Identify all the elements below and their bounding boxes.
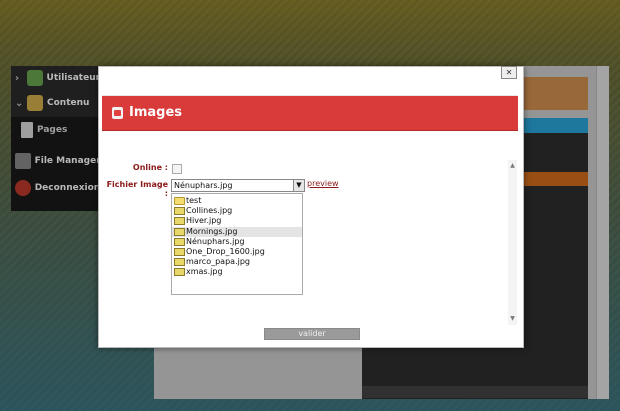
close-button[interactable]: ✕: [501, 66, 517, 79]
image-folder-icon: [112, 107, 123, 119]
image-file-icon: [174, 227, 185, 236]
chevron-down-icon[interactable]: ▼: [293, 180, 304, 191]
image-file-icon: [174, 206, 185, 215]
list-item[interactable]: marco_papa.jpg: [172, 257, 302, 267]
image-file-icon: [174, 257, 185, 266]
dialog-title-bar: Images: [102, 95, 518, 131]
list-item[interactable]: Nénuphars.jpg: [172, 237, 302, 247]
folder-icon: [174, 196, 185, 205]
image-file-icon: [174, 267, 185, 276]
list-item[interactable]: xmas.jpg: [172, 267, 302, 277]
list-item[interactable]: test: [172, 196, 302, 206]
scroll-down-icon[interactable]: ▼: [508, 315, 517, 323]
image-file-icon: [174, 237, 185, 246]
online-label: Online :: [132, 163, 168, 172]
images-dialog: ✕ Images Online : Fichier Image : Nénuph…: [98, 66, 524, 348]
form-scrollbar[interactable]: ▲ ▼: [508, 160, 517, 325]
file-list[interactable]: test Collines.jpg Hiver.jpg Mornings.jpg…: [171, 193, 303, 295]
scroll-up-icon[interactable]: ▲: [508, 162, 517, 170]
dialog-form: Online : Fichier Image : Nénuphars.jpg ▼…: [102, 160, 508, 325]
preview-link[interactable]: preview: [307, 179, 339, 188]
list-item-selected[interactable]: Mornings.jpg: [172, 227, 302, 237]
file-image-label: Fichier Image :: [106, 180, 168, 198]
dialog-title: Images: [129, 105, 183, 120]
select-value: Nénuphars.jpg: [174, 181, 233, 190]
list-item[interactable]: Hiver.jpg: [172, 216, 302, 226]
valider-button[interactable]: valider: [264, 328, 360, 340]
online-checkbox[interactable]: [172, 164, 182, 174]
image-file-icon: [174, 247, 185, 256]
list-item[interactable]: One_Drop_1600.jpg: [172, 247, 302, 257]
list-item[interactable]: Collines.jpg: [172, 206, 302, 216]
image-file-icon: [174, 216, 185, 225]
file-image-select[interactable]: Nénuphars.jpg ▼: [171, 179, 305, 192]
